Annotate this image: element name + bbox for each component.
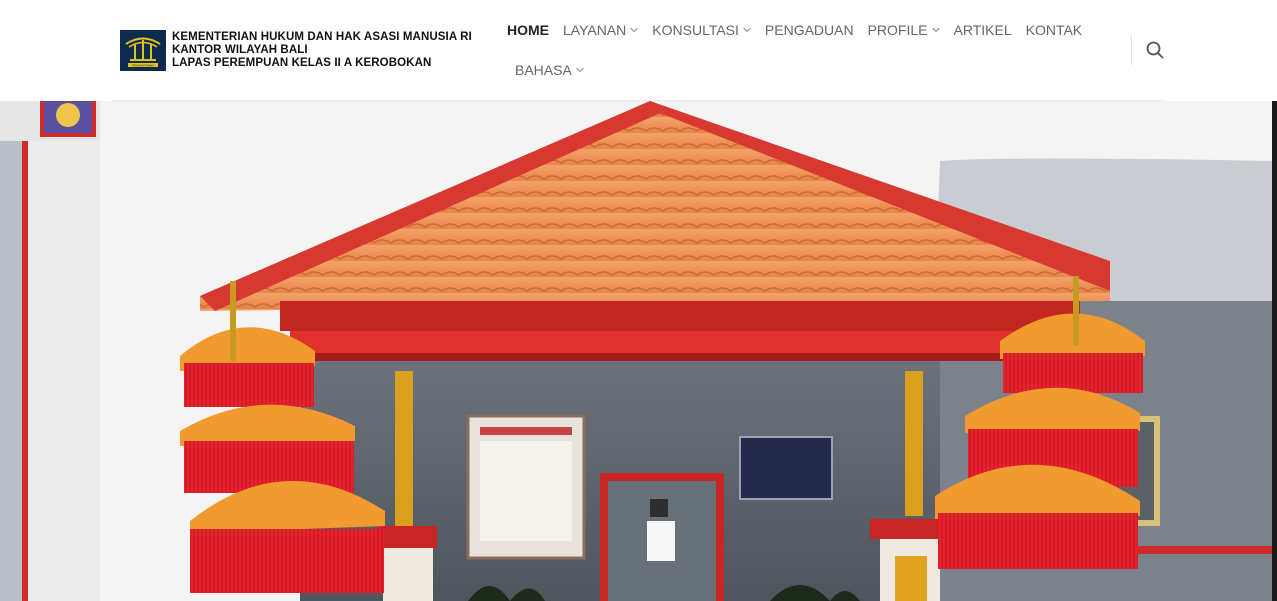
nav-item-konsultasi[interactable]: KONSULTASI [652,22,751,38]
site-logo[interactable]: PENGAYOMAN KEMENTERIAN HUKUM DAN HAK ASA… [120,30,472,71]
svg-text:PENGAYOMAN: PENGAYOMAN [132,63,153,67]
chevron-down-icon [931,27,940,33]
site-header: PENGAYOMAN KEMENTERIAN HUKUM DAN HAK ASA… [0,0,1277,100]
org-line-institution: LAPAS PEREMPUAN KELAS II A KEROBOKAN [172,57,432,69]
search-icon [1146,41,1164,59]
pengayoman-logo-icon: PENGAYOMAN [120,30,166,71]
header-divider [1131,35,1132,65]
main-nav: HOME LAYANAN KONSULTASI PENGADUAN PROFIL… [500,18,1100,82]
hero-image [0,101,1272,601]
page-scrollbar[interactable] [1272,101,1277,601]
chevron-down-icon [630,27,639,33]
balinese-gate-photo [0,101,1272,601]
nav-item-bahasa[interactable]: BAHASA [515,62,584,78]
nav-item-pengaduan[interactable]: PENGADUAN [765,22,854,38]
org-line-region: KANTOR WILAYAH BALI [172,44,308,56]
nav-item-kontak[interactable]: KONTAK [1026,22,1083,38]
nav-item-artikel[interactable]: ARTIKEL [954,22,1012,38]
chevron-down-icon [743,27,751,33]
org-line-ministry: KEMENTERIAN HUKUM DAN HAK ASASI MANUSIA … [172,31,472,43]
nav-item-layanan[interactable]: LAYANAN [563,22,639,38]
nav-item-home[interactable]: HOME [507,22,549,38]
chevron-down-icon [575,67,584,73]
nav-item-profile[interactable]: PROFILE [868,22,940,38]
search-button[interactable] [1145,40,1165,60]
organization-name: KEMENTERIAN HUKUM DAN HAK ASASI MANUSIA … [172,31,472,70]
